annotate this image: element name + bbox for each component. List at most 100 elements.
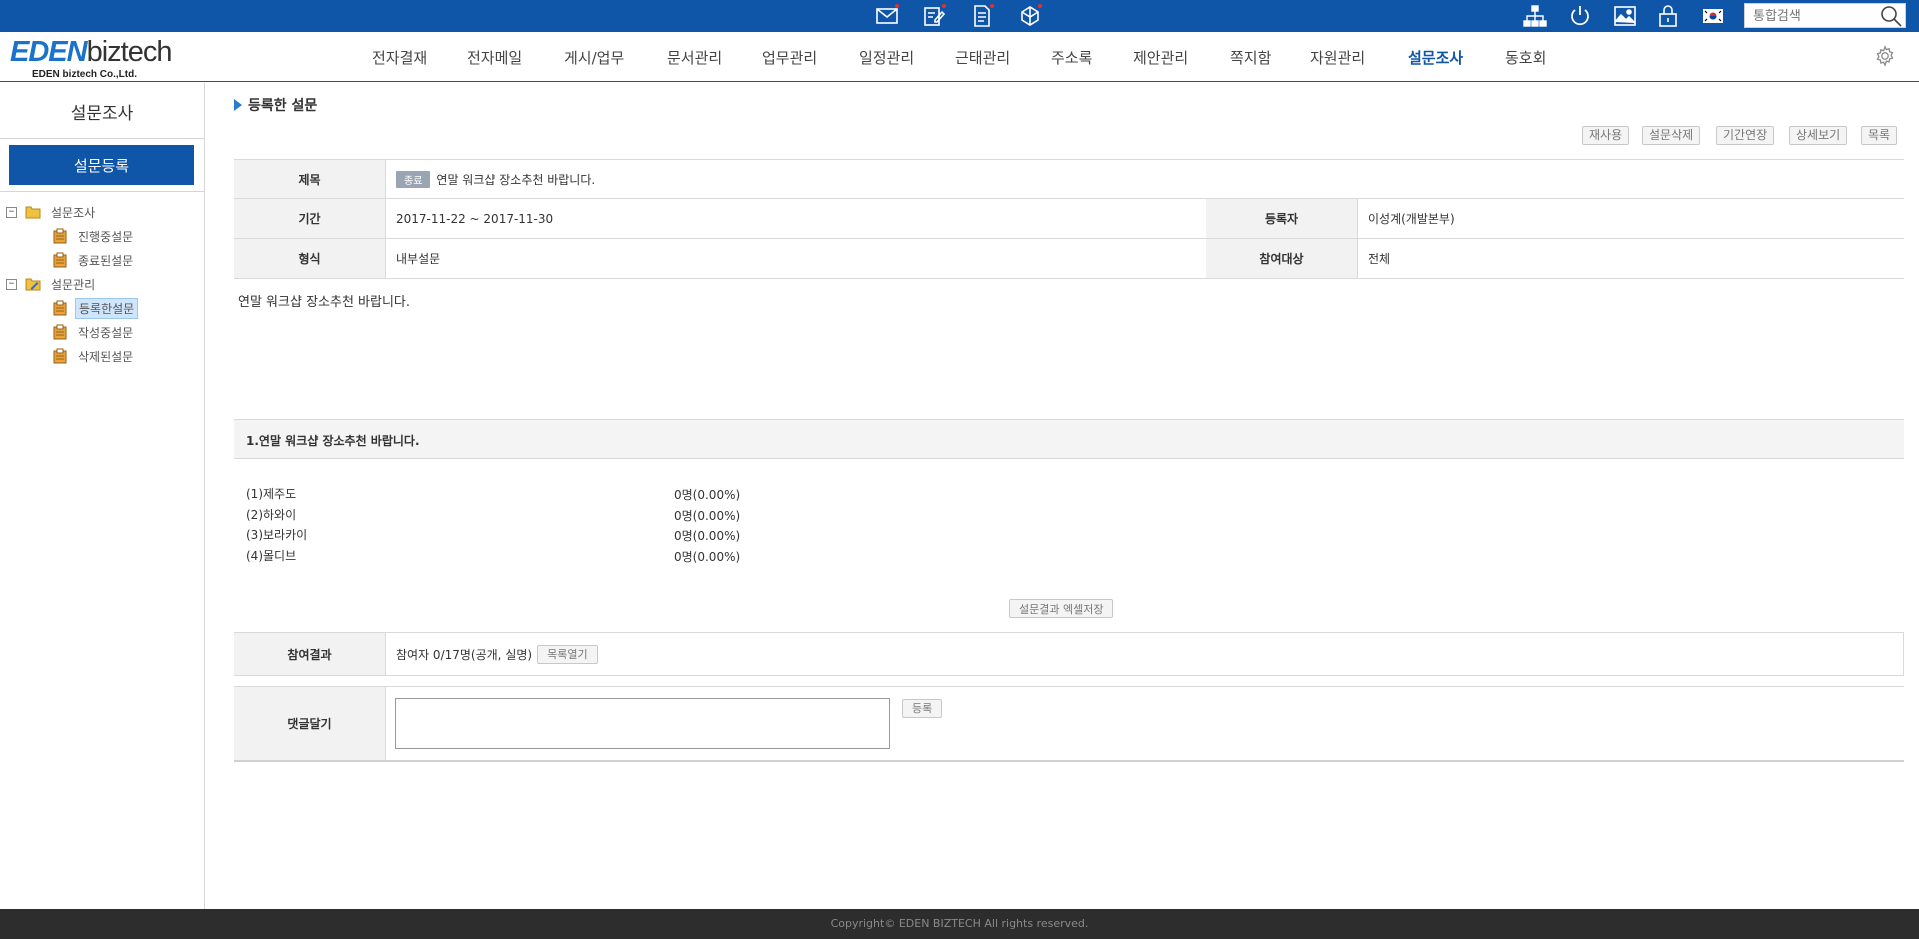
nav-approval[interactable]: 전자결재 — [372, 47, 427, 68]
type-label: 형식 — [234, 239, 385, 278]
detail-view-button[interactable]: 상세보기 — [1789, 126, 1848, 145]
comment-label: 댓글달기 — [234, 687, 385, 760]
sidebar: 설문조사 설문등록 − 설문조사 진행중설문 종료된설문 − 설문관리 등록한설… — [0, 83, 205, 909]
approval-icon[interactable] — [921, 3, 947, 29]
author-label: 등록자 — [1206, 199, 1357, 238]
title-label: 제목 — [234, 160, 385, 198]
collapse-toggle-icon[interactable]: − — [6, 278, 17, 290]
option-label: (4)몰디브 — [246, 549, 297, 563]
status-badge: 종료 — [396, 170, 431, 188]
delete-survey-button[interactable]: 설문삭제 — [1642, 126, 1701, 145]
collapse-toggle-icon[interactable]: − — [6, 206, 17, 218]
copyright-text: Copyright© EDEN BIZTECH All rights reser… — [830, 917, 1089, 930]
folder-edit-icon — [25, 278, 41, 291]
clipboard-icon — [53, 300, 67, 316]
nav-board[interactable]: 게시/업무 — [564, 47, 624, 68]
nav-survey[interactable]: 설문조사 — [1408, 47, 1463, 68]
tree-item-label: 등록한설문 — [75, 297, 139, 319]
option-label: (2)하와이 — [246, 508, 297, 522]
power-icon[interactable] — [1567, 3, 1593, 29]
option-result: 0명(0.00%) — [674, 529, 741, 543]
logo-subtitle: EDEN biztech Co.,Ltd. — [32, 69, 137, 80]
nav-attendance[interactable]: 근태관리 — [955, 47, 1010, 68]
author-value: 이성계(개발본부) — [1357, 199, 1904, 238]
title-cell: 종료 연말 워크샵 장소추천 바랍니다. — [385, 160, 1904, 198]
top-bar — [0, 0, 1919, 32]
sidebar-title: 설문조사 — [70, 104, 134, 124]
tree-item-registered[interactable]: 등록한설문 — [52, 297, 139, 319]
reuse-button[interactable]: 재사용 — [1582, 126, 1630, 145]
page-title: 등록한 설문 — [248, 98, 318, 114]
nav-schedule[interactable]: 일정관리 — [859, 47, 914, 68]
footer: Copyright© EDEN BIZTECH All rights reser… — [0, 909, 1919, 939]
page-heading: 등록한 설문 — [234, 95, 317, 115]
nav-messages[interactable]: 쪽지함 — [1230, 47, 1271, 68]
search-icon[interactable] — [1879, 4, 1903, 28]
type-value: 내부설문 — [385, 239, 1206, 278]
survey-title: 연말 워크샵 장소추천 바랍니다. — [436, 172, 596, 187]
tree-folder-survey[interactable]: − 설문조사 — [6, 202, 98, 222]
question-title: 1.연말 워크샵 장소추천 바랍니다. — [246, 434, 420, 448]
submit-comment-button[interactable]: 등록 — [902, 699, 943, 718]
nav-resources[interactable]: 자원관리 — [1310, 47, 1365, 68]
participation-label: 참여결과 — [234, 633, 385, 675]
participation-row: 참여결과 참여자 0/17명(공개, 실명) 목록열기 — [234, 632, 1904, 676]
nav-address-book[interactable]: 주소록 — [1051, 47, 1092, 68]
info-row-title: 제목 종료 연말 워크샵 장소추천 바랍니다. — [234, 159, 1904, 199]
notebook-icon[interactable] — [1017, 3, 1043, 29]
folder-icon — [25, 206, 41, 219]
survey-description: 연말 워크샵 장소추천 바랍니다. — [238, 295, 411, 310]
period-label: 기간 — [234, 199, 385, 238]
logo-eden: EDEN — [10, 36, 88, 68]
comment-row: 댓글달기 등록 — [234, 686, 1904, 762]
org-chart-icon[interactable] — [1522, 3, 1548, 29]
clipboard-icon — [53, 324, 67, 340]
open-list-button[interactable]: 목록열기 — [537, 644, 598, 664]
nav-email[interactable]: 전자메일 — [467, 47, 522, 68]
korea-flag-icon[interactable] — [1700, 3, 1726, 29]
mail-icon[interactable] — [874, 3, 900, 29]
extend-period-button[interactable]: 기간연장 — [1716, 126, 1775, 145]
clipboard-icon — [53, 228, 67, 244]
tree-item-label: 진행중설문 — [78, 229, 134, 244]
tree-folder-manage[interactable]: − 설문관리 — [6, 274, 98, 294]
search-box — [1744, 3, 1906, 28]
tree-item-drafts[interactable]: 작성중설문 — [52, 322, 136, 342]
export-excel-button[interactable]: 설문결과 엑셀저장 — [1009, 599, 1114, 618]
period-value: 2017-11-22 ~ 2017-11-30 — [385, 199, 1206, 238]
tree-item-label: 작성중설문 — [78, 325, 134, 340]
tree-item-label: 설문관리 — [51, 277, 96, 292]
nav-documents[interactable]: 문서관리 — [667, 47, 722, 68]
gear-icon[interactable] — [1874, 45, 1896, 67]
target-value: 전체 — [1357, 239, 1904, 278]
tree-item-label: 삭제된설문 — [78, 349, 134, 364]
main-header: EDENbiztech EDEN biztech Co.,Ltd. 전자결재 전… — [0, 32, 1919, 82]
company-logo[interactable]: EDENbiztech EDEN biztech Co.,Ltd. — [10, 36, 172, 80]
participation-value: 참여자 0/17명(공개, 실명) — [396, 647, 533, 662]
list-button[interactable]: 목록 — [1861, 126, 1898, 145]
clipboard-icon — [53, 348, 67, 364]
nav-tasks[interactable]: 업무관리 — [762, 47, 817, 68]
divider — [0, 138, 204, 139]
lock-icon[interactable] — [1655, 3, 1681, 29]
register-survey-button[interactable]: 설문등록 — [9, 145, 194, 185]
document-icon[interactable] — [969, 3, 995, 29]
tree-item-deleted[interactable]: 삭제된설문 — [52, 346, 136, 366]
nav-proposals[interactable]: 제안관리 — [1133, 47, 1188, 68]
search-input[interactable] — [1753, 6, 1873, 26]
tree-item-completed[interactable]: 종료된설문 — [52, 250, 136, 270]
participation-cell: 참여자 0/17명(공개, 실명) 목록열기 — [385, 633, 1904, 675]
question-header: 1.연말 워크샵 장소추천 바랍니다. — [234, 419, 1904, 459]
tree-item-label: 설문조사 — [51, 205, 96, 220]
info-row-type: 형식 내부설문 참여대상 전체 — [234, 239, 1904, 279]
option-label: (3)보라카이 — [246, 528, 308, 542]
nav-clubs[interactable]: 동호회 — [1505, 47, 1546, 68]
option-result: 0명(0.00%) — [674, 509, 741, 523]
divider — [385, 687, 386, 760]
arrow-right-icon — [234, 99, 242, 111]
logo-biztech: biztech — [86, 36, 173, 68]
info-row-period: 기간 2017-11-22 ~ 2017-11-30 등록자 이성계(개발본부) — [234, 199, 1904, 239]
comment-input[interactable] — [395, 698, 890, 749]
image-icon[interactable] — [1612, 3, 1638, 29]
tree-item-in-progress[interactable]: 진행중설문 — [52, 226, 136, 246]
